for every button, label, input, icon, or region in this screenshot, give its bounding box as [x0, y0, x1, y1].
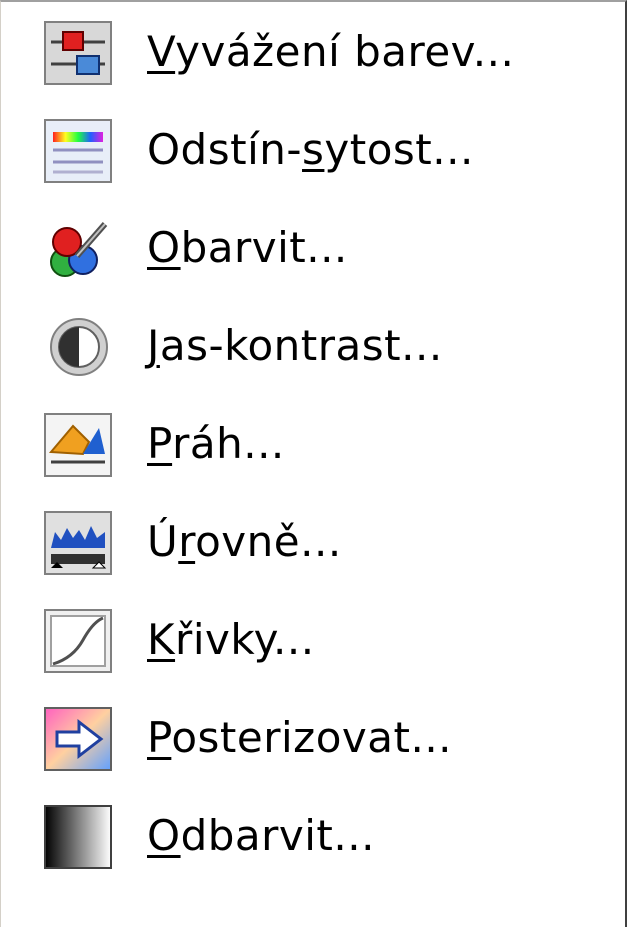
menu-item-brightness-contrast[interactable]: Jas-kontrast... — [1, 306, 621, 402]
menu-item-label: Úrovně... — [147, 517, 342, 566]
threshold-icon — [43, 412, 115, 478]
menu-item-hue-saturation[interactable]: Odstín-sytost... — [1, 110, 621, 206]
curves-icon — [43, 608, 115, 674]
menu-item-threshold[interactable]: Práh... — [1, 404, 621, 500]
menu-item-colorize[interactable]: Obarvit... — [1, 208, 621, 304]
menu-item-desaturate[interactable]: Odbarvit... — [1, 796, 621, 892]
hue-saturation-icon — [43, 118, 115, 184]
menu-item-label: Odbarvit... — [147, 811, 375, 860]
menu-item-label: Vyvážení barev... — [147, 27, 515, 76]
menu-item-posterize[interactable]: Posterizovat... — [1, 698, 621, 794]
menu-item-levels[interactable]: Úrovně... — [1, 502, 621, 598]
colors-menu: Vyvážení barev... Odstín-sytost... Obarv… — [0, 0, 627, 927]
menu-item-label: Odstín-sytost... — [147, 125, 474, 174]
color-balance-icon — [43, 20, 115, 86]
posterize-icon — [43, 706, 115, 772]
menu-item-curves[interactable]: Křivky... — [1, 600, 621, 696]
levels-icon — [43, 510, 115, 576]
menu-item-label: Křivky... — [147, 615, 315, 664]
menu-item-label: Jas-kontrast... — [147, 321, 443, 370]
menu-item-label: Práh... — [147, 419, 285, 468]
brightness-contrast-icon — [43, 314, 115, 380]
colorize-icon — [43, 216, 115, 282]
menu-item-color-balance[interactable]: Vyvážení barev... — [1, 12, 621, 108]
desaturate-icon — [43, 804, 115, 870]
menu-item-label: Obarvit... — [147, 223, 348, 272]
menu-item-label: Posterizovat... — [147, 713, 453, 762]
